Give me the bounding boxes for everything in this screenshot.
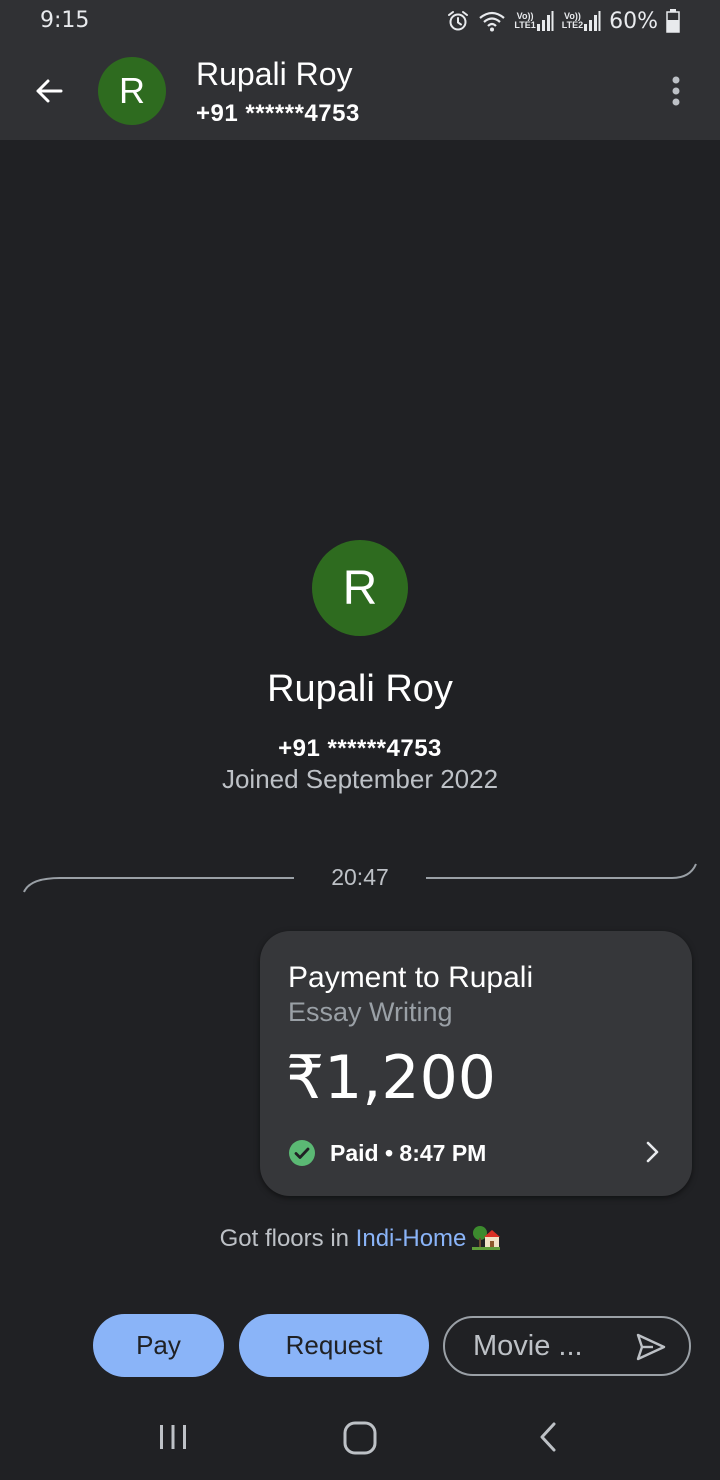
payment-status-row: Paid • 8:47 PM [288, 1139, 486, 1167]
nav-back-icon[interactable] [536, 1420, 560, 1454]
payment-amount: ₹1,200 [286, 1043, 496, 1113]
sim2-lte-label: LTE2 [561, 20, 584, 30]
profile-phone: +91 ******4753 [278, 735, 442, 762]
profile-name: Rupali Roy [267, 668, 453, 710]
pay-button[interactable]: Pay [93, 1314, 224, 1377]
signal-icon [584, 11, 601, 31]
indi-home-link[interactable]: Indi-Home [356, 1225, 467, 1252]
payment-card[interactable]: Payment to Rupali Essay Writing ₹1,200 P… [260, 931, 692, 1196]
send-icon[interactable] [635, 1332, 667, 1362]
system-nav-bar [0, 1396, 720, 1480]
recent-apps-icon[interactable] [156, 1420, 190, 1454]
profile-joined-date: Joined September 2022 [221, 764, 499, 794]
profile-avatar: R [312, 540, 408, 636]
payment-note: Essay Writing [288, 997, 453, 1027]
payment-status: Paid • 8:47 PM [330, 1139, 487, 1166]
status-icons: Vo)) LTE1 Vo)) LTE2 60% [446, 6, 680, 36]
payment-title: Payment to Rupali [288, 961, 534, 994]
signal-icon [536, 11, 554, 31]
more-vert-icon [672, 76, 680, 106]
chat-screen: 9:15 Vo)) LTE1 Vo)) LTE2 60% R Rupali Ro… [0, 0, 720, 1480]
status-time: 9:15 [40, 8, 90, 33]
check-circle-icon [289, 1140, 315, 1166]
more-options-button[interactable] [656, 68, 696, 114]
contact-phone: +91 ******4753 [196, 100, 360, 127]
house-with-garden-icon [472, 1226, 501, 1250]
battery-percent: 60% [609, 8, 658, 34]
back-button[interactable] [24, 66, 74, 116]
request-button[interactable]: Request [239, 1314, 429, 1377]
alarm-icon [446, 9, 470, 33]
avatar[interactable]: R [98, 57, 166, 125]
offer-message: Got floors in Indi-Home [0, 1224, 720, 1253]
chevron-right-icon [646, 1141, 659, 1163]
sim2-network: Vo)) LTE2 [562, 10, 601, 32]
wifi-icon [478, 9, 506, 33]
app-bar: R Rupali Roy +91 ******4753 [0, 42, 720, 140]
sim1-lte-label: LTE1 [514, 20, 536, 30]
message-input-text: Movie ... [473, 1330, 583, 1362]
battery-icon [666, 9, 680, 33]
contact-name[interactable]: Rupali Roy [196, 56, 353, 93]
status-bar: 9:15 Vo)) LTE1 Vo)) LTE2 60% [0, 0, 720, 42]
arrow-left-icon [36, 79, 63, 103]
sim1-network: Vo)) LTE1 [514, 10, 554, 32]
message-input[interactable]: Movie ... [443, 1316, 691, 1376]
message-timestamp: 20:47 [331, 864, 389, 890]
offer-text: Got floors in [219, 1225, 356, 1252]
home-icon[interactable] [342, 1420, 378, 1456]
